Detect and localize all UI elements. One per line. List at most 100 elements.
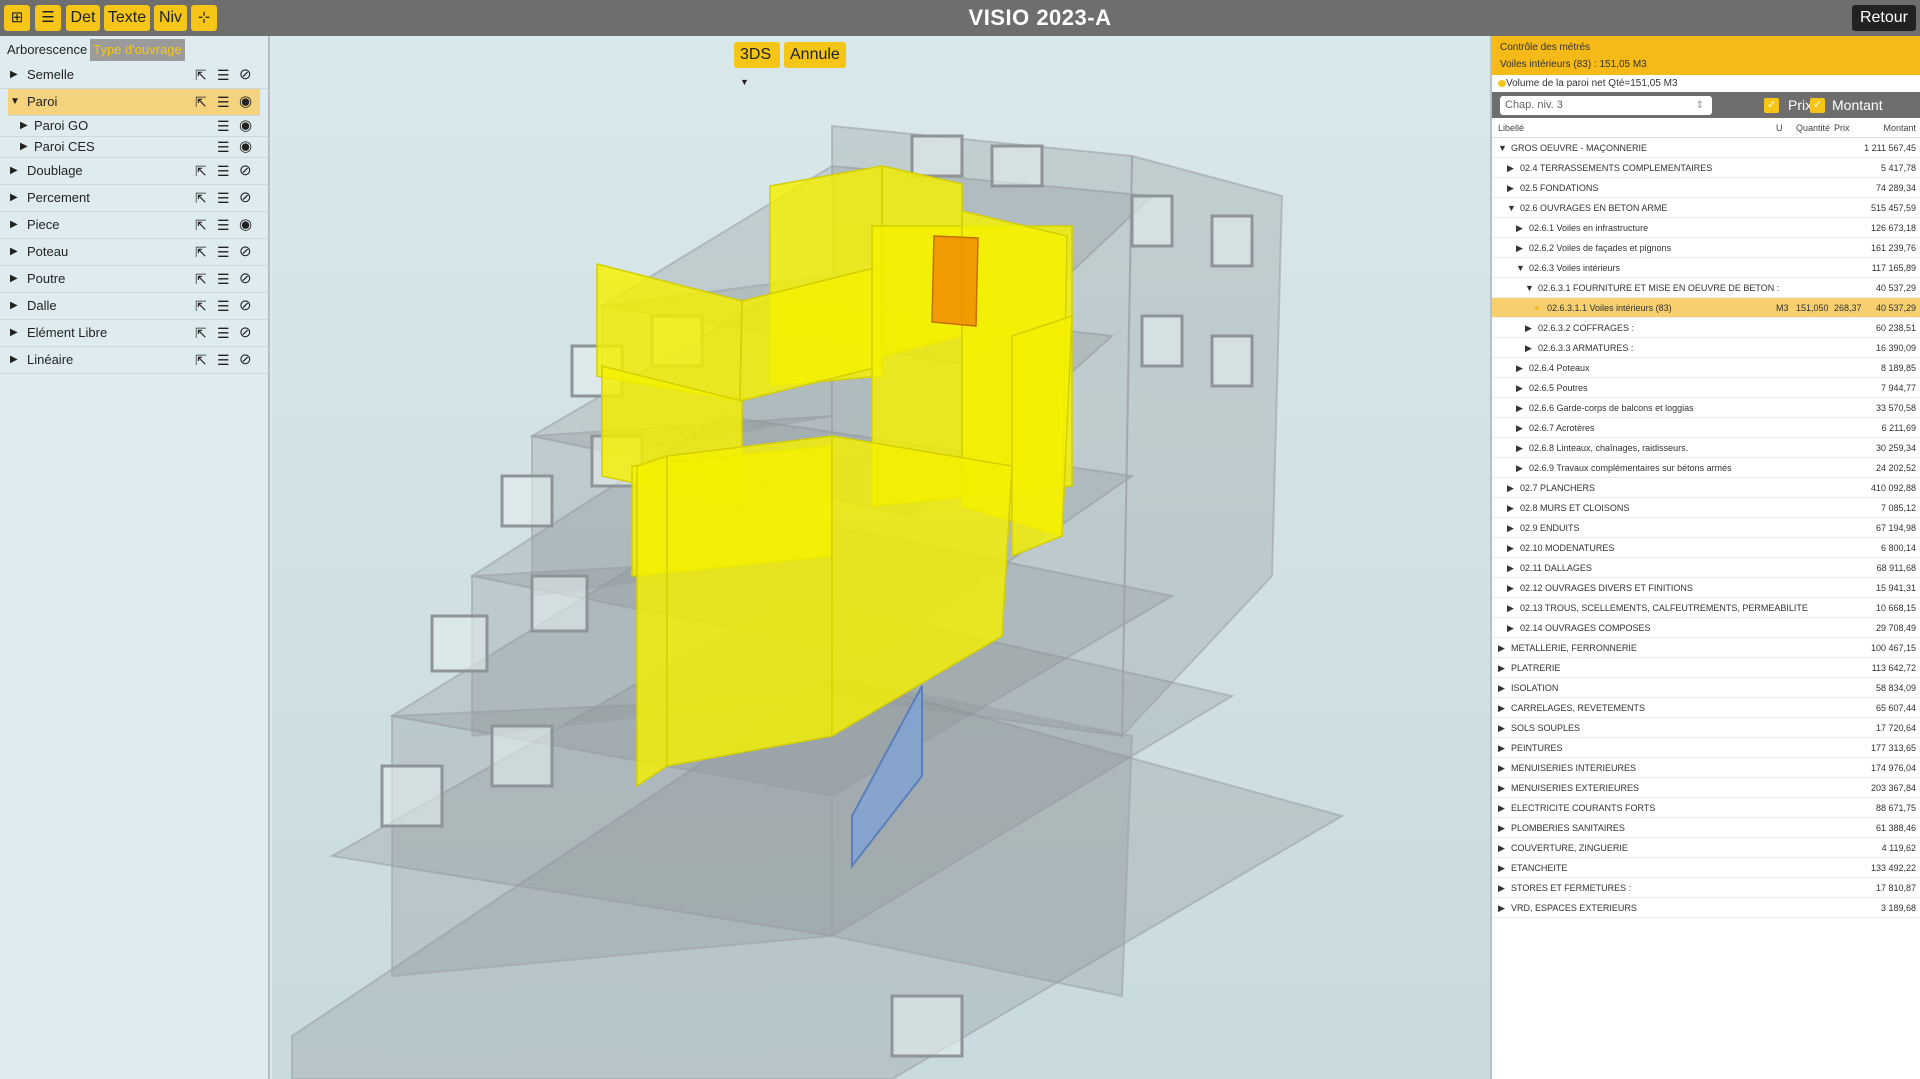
export-icon[interactable]: ⇱ bbox=[195, 62, 207, 88]
tree-item-el-ment-libre[interactable]: ▶ Elément Libre ⇱ ☰ ⊘ bbox=[0, 320, 268, 347]
caret-right-icon[interactable]: ▶ bbox=[1525, 318, 1532, 338]
control-item[interactable]: Volume de la paroi net Qté=151,05 M3 bbox=[1492, 75, 1920, 92]
caret-right-icon[interactable]: ▶ bbox=[1507, 558, 1514, 578]
tree-item-poteau[interactable]: ▶ Poteau ⇱ ☰ ⊘ bbox=[0, 239, 268, 266]
caret-down-icon[interactable]: ▼ bbox=[1507, 198, 1516, 218]
caret-right-icon[interactable]: ▶ bbox=[1525, 338, 1532, 358]
table-row[interactable]: ▶ MENUISERIES INTERIEURES 174 976,04 bbox=[1492, 758, 1920, 778]
table-row[interactable]: ▶ 02.7 PLANCHERS 410 092,88 bbox=[1492, 478, 1920, 498]
caret-down-icon[interactable]: ▼ bbox=[1498, 138, 1507, 158]
export-icon[interactable]: ⇱ bbox=[195, 89, 207, 115]
tab-type-ouvrage[interactable]: Type d'ouvrage bbox=[90, 39, 185, 61]
table-row[interactable]: ▶ PLATRERIE 113 642,72 bbox=[1492, 658, 1920, 678]
menu-icon[interactable]: ☰ bbox=[217, 347, 230, 373]
caret-right-icon[interactable]: ▶ bbox=[1498, 858, 1505, 878]
caret-right-icon[interactable]: ▶ bbox=[10, 266, 18, 292]
prix-checkbox[interactable]: ✓ bbox=[1764, 98, 1779, 113]
caret-right-icon[interactable]: ▶ bbox=[1498, 658, 1505, 678]
tree-item-semelle[interactable]: ▶ Semelle ⇱ ☰ ⊘ bbox=[0, 62, 268, 89]
menu-icon[interactable]: ☰ bbox=[217, 158, 230, 184]
table-row[interactable]: ▶ ETANCHEITE 133 492,22 bbox=[1492, 858, 1920, 878]
caret-right-icon[interactable]: ▶ bbox=[20, 137, 28, 157]
caret-right-icon[interactable]: ▶ bbox=[1507, 498, 1514, 518]
annule-button[interactable]: Annule bbox=[784, 42, 846, 68]
eye-icon[interactable]: ◉ bbox=[239, 116, 252, 136]
menu-icon[interactable]: ☰ bbox=[217, 212, 230, 238]
eye-off-icon[interactable]: ⊘ bbox=[239, 266, 252, 292]
table-row[interactable]: ▶ 02.11 DALLAGES 68 911,68 bbox=[1492, 558, 1920, 578]
caret-right-icon[interactable]: ▶ bbox=[1516, 398, 1523, 418]
caret-right-icon[interactable]: ▶ bbox=[1507, 618, 1514, 638]
tab-arborescence[interactable]: Arborescence bbox=[4, 39, 90, 61]
caret-right-icon[interactable]: ▶ bbox=[10, 293, 18, 319]
menu-icon[interactable]: ☰ bbox=[217, 116, 230, 136]
eye-off-icon[interactable]: ⊘ bbox=[239, 239, 252, 265]
chapter-select[interactable]: Chap. niv. 3 ⇕ bbox=[1500, 96, 1712, 115]
caret-right-icon[interactable]: ▶ bbox=[1498, 738, 1505, 758]
building-model[interactable] bbox=[272, 36, 1490, 1079]
caret-right-icon[interactable]: ▶ bbox=[10, 62, 18, 88]
table-row[interactable]: ▼ 02.6.3 Voiles intérieurs 117 165,89 bbox=[1492, 258, 1920, 278]
table-row[interactable]: ▶ MENUISERIES EXTERIEURES 203 367,84 bbox=[1492, 778, 1920, 798]
table-row[interactable]: ▼ 02.6 OUVRAGES EN BETON ARME 515 457,59 bbox=[1492, 198, 1920, 218]
caret-right-icon[interactable]: ▶ bbox=[1516, 358, 1523, 378]
table-row[interactable]: ▶ 02.6.3.2 COFFRAGES : 60 238,51 bbox=[1492, 318, 1920, 338]
caret-right-icon[interactable]: ▶ bbox=[1498, 798, 1505, 818]
table-row[interactable]: ▶ 02.6.3.3 ARMATURES : 16 390,09 bbox=[1492, 338, 1920, 358]
table-row[interactable]: ▶ 02.8 MURS ET CLOISONS 7 085,12 bbox=[1492, 498, 1920, 518]
caret-right-icon[interactable]: ▶ bbox=[1498, 698, 1505, 718]
caret-down-icon[interactable]: ▼ bbox=[1525, 278, 1534, 298]
table-row[interactable]: ● 02.6.3.1.1 Voiles intérieurs (83) M3 151,… bbox=[1492, 298, 1920, 318]
caret-right-icon[interactable]: ▶ bbox=[1507, 578, 1514, 598]
menu-icon[interactable]: ☰ bbox=[217, 320, 230, 346]
highlighted-wall[interactable] bbox=[931, 235, 979, 327]
caret-right-icon[interactable]: ▶ bbox=[10, 158, 18, 184]
table-row[interactable]: ▶ PLOMBERIES SANITAIRES 61 388,46 bbox=[1492, 818, 1920, 838]
table-row[interactable]: ▶ STORES ET FERMETURES : 17 810,87 bbox=[1492, 878, 1920, 898]
caret-right-icon[interactable]: ▶ bbox=[1516, 438, 1523, 458]
tree-item-lin-aire[interactable]: ▶ Linéaire ⇱ ☰ ⊘ bbox=[0, 347, 268, 374]
menu-icon[interactable]: ☰ bbox=[217, 293, 230, 319]
tree-item-piece[interactable]: ▶ Piece ⇱ ☰ ◉ bbox=[0, 212, 268, 239]
caret-right-icon[interactable]: ▶ bbox=[1498, 898, 1505, 918]
export-icon[interactable]: ⇱ bbox=[195, 320, 207, 346]
retour-button[interactable]: Retour bbox=[1851, 5, 1916, 31]
eye-icon[interactable]: ◉ bbox=[239, 212, 252, 238]
table-row[interactable]: ▶ ISOLATION 58 834,09 bbox=[1492, 678, 1920, 698]
caret-right-icon[interactable]: ▶ bbox=[1516, 378, 1523, 398]
table-row[interactable]: ▶ 02.4 TERRASSEMENTS COMPLEMENTAIRES 5 417… bbox=[1492, 158, 1920, 178]
eye-off-icon[interactable]: ⊘ bbox=[239, 293, 252, 319]
menu-icon[interactable]: ☰ bbox=[217, 137, 230, 157]
table-row[interactable]: ▶ 02.6.9 Travaux complémentaires sur béto… bbox=[1492, 458, 1920, 478]
caret-right-icon[interactable]: ▶ bbox=[1507, 478, 1514, 498]
caret-right-icon[interactable]: ▶ bbox=[1507, 158, 1514, 178]
table-row[interactable]: ▶ SOLS SOUPLES 17 720,64 bbox=[1492, 718, 1920, 738]
table-row[interactable]: ▶ 02.10 MODENATURES 6 800,14 bbox=[1492, 538, 1920, 558]
caret-right-icon[interactable]: ▶ bbox=[1498, 678, 1505, 698]
tree-item-paroi[interactable]: ▼ Paroi ⇱ ☰ ◉ bbox=[8, 89, 260, 116]
table-row[interactable]: ▶ METALLERIE, FERRONNERIE 100 467,15 bbox=[1492, 638, 1920, 658]
table-row[interactable]: ▶ CARRELAGES, REVETEMENTS 65 607,44 bbox=[1492, 698, 1920, 718]
caret-right-icon[interactable]: ▶ bbox=[1507, 178, 1514, 198]
caret-right-icon[interactable]: ▶ bbox=[10, 212, 18, 238]
table-row[interactable]: ▶ 02.12 OUVRAGES DIVERS ET FINITIONS 15 94… bbox=[1492, 578, 1920, 598]
eye-icon[interactable]: ◉ bbox=[239, 89, 252, 115]
tree-item-paroi-ces[interactable]: ▶ Paroi CES ☰ ◉ bbox=[0, 137, 268, 158]
caret-right-icon[interactable]: ▶ bbox=[10, 185, 18, 211]
export-icon[interactable]: ⇱ bbox=[195, 158, 207, 184]
caret-right-icon[interactable]: ▶ bbox=[10, 320, 18, 346]
export-icon[interactable]: ⇱ bbox=[195, 212, 207, 238]
caret-right-icon[interactable]: ▶ bbox=[1498, 758, 1505, 778]
menu-icon[interactable]: ☰ bbox=[217, 89, 230, 115]
table-row[interactable]: ▶ 02.6.4 Poteaux 8 189,85 bbox=[1492, 358, 1920, 378]
table-row[interactable]: ▶ 02.6.2 Voiles de façades et pignons 161 … bbox=[1492, 238, 1920, 258]
table-row[interactable]: ▼ GROS OEUVRE - MAÇONNERIE 1 211 567,45 bbox=[1492, 138, 1920, 158]
caret-right-icon[interactable]: ▶ bbox=[1516, 418, 1523, 438]
export-icon[interactable]: ⇱ bbox=[195, 293, 207, 319]
eye-off-icon[interactable]: ⊘ bbox=[239, 347, 252, 373]
tree-item-dalle[interactable]: ▶ Dalle ⇱ ☰ ⊘ bbox=[0, 293, 268, 320]
montant-checkbox[interactable]: ✓ bbox=[1810, 98, 1825, 113]
caret-right-icon[interactable]: ▶ bbox=[1498, 718, 1505, 738]
caret-right-icon[interactable]: ▶ bbox=[1498, 838, 1505, 858]
caret-right-icon[interactable]: ▶ bbox=[1507, 538, 1514, 558]
